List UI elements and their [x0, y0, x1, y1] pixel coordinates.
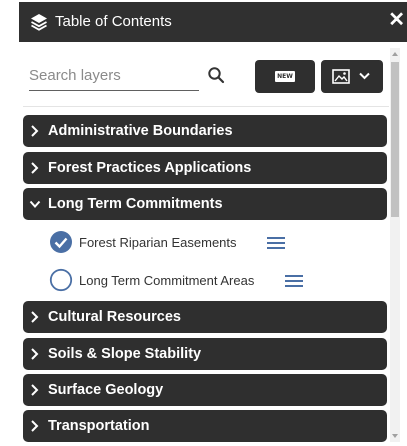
- hamburger-menu-icon[interactable]: [267, 236, 285, 250]
- new-layer-button[interactable]: NEW: [255, 60, 315, 93]
- group-label: Cultural Resources: [48, 309, 181, 325]
- unchecked-circle-icon[interactable]: [49, 268, 73, 292]
- layer-row: Forest Riparian Easements: [49, 230, 289, 260]
- checked-circle-icon[interactable]: [49, 230, 73, 254]
- scrollbar[interactable]: [390, 48, 400, 442]
- group-label: Long Term Commitments: [48, 196, 223, 212]
- group-soils-slope-stability[interactable]: Soils & Slope Stability: [23, 338, 387, 370]
- chevron-right-icon: [31, 420, 39, 432]
- group-label: Soils & Slope Stability: [48, 346, 202, 362]
- chevron-right-icon: [31, 162, 39, 174]
- layer-row: Long Term Commitment Areas: [49, 268, 309, 298]
- panel-title: Table of Contents: [55, 13, 172, 30]
- group-administrative-boundaries[interactable]: Administrative Boundaries: [23, 115, 387, 147]
- scroll-down-arrow-icon[interactable]: [390, 432, 400, 440]
- chevron-down-icon: [29, 200, 41, 208]
- chevron-right-icon: [31, 384, 39, 396]
- group-cultural-resources[interactable]: Cultural Resources: [23, 301, 387, 333]
- search-icon[interactable]: [207, 66, 225, 84]
- group-label: Administrative Boundaries: [48, 123, 233, 139]
- layers-icon: [31, 14, 47, 31]
- search-field: [29, 62, 199, 91]
- new-icon: NEW: [275, 71, 295, 82]
- group-label: Transportation: [48, 418, 150, 434]
- chevron-right-icon: [31, 311, 39, 323]
- chevron-down-icon: [359, 72, 370, 80]
- layer-label: Long Term Commitment Areas: [79, 273, 255, 288]
- image-icon: [332, 69, 350, 84]
- panel-header: Table of Contents ✕: [19, 2, 407, 42]
- layer-label: Forest Riparian Easements: [79, 235, 237, 250]
- table-of-contents-panel: Table of Contents ✕ NEW Administrative B…: [19, 2, 407, 446]
- hamburger-menu-icon[interactable]: [285, 274, 303, 288]
- search-input[interactable]: [29, 62, 179, 88]
- chevron-right-icon: [31, 125, 39, 137]
- chevron-right-icon: [31, 348, 39, 360]
- group-long-term-commitments[interactable]: Long Term Commitments: [23, 188, 387, 220]
- basemap-dropdown-button[interactable]: [321, 60, 383, 93]
- close-icon[interactable]: ✕: [388, 10, 405, 30]
- group-forest-practices-applications[interactable]: Forest Practices Applications: [23, 152, 387, 184]
- group-surface-geology[interactable]: Surface Geology: [23, 374, 387, 406]
- divider: [23, 106, 389, 107]
- group-label: Surface Geology: [48, 382, 164, 398]
- group-transportation[interactable]: Transportation: [23, 410, 387, 442]
- group-label: Forest Practices Applications: [48, 160, 252, 176]
- scroll-up-arrow-icon[interactable]: [390, 50, 400, 58]
- scrollbar-thumb[interactable]: [391, 62, 399, 217]
